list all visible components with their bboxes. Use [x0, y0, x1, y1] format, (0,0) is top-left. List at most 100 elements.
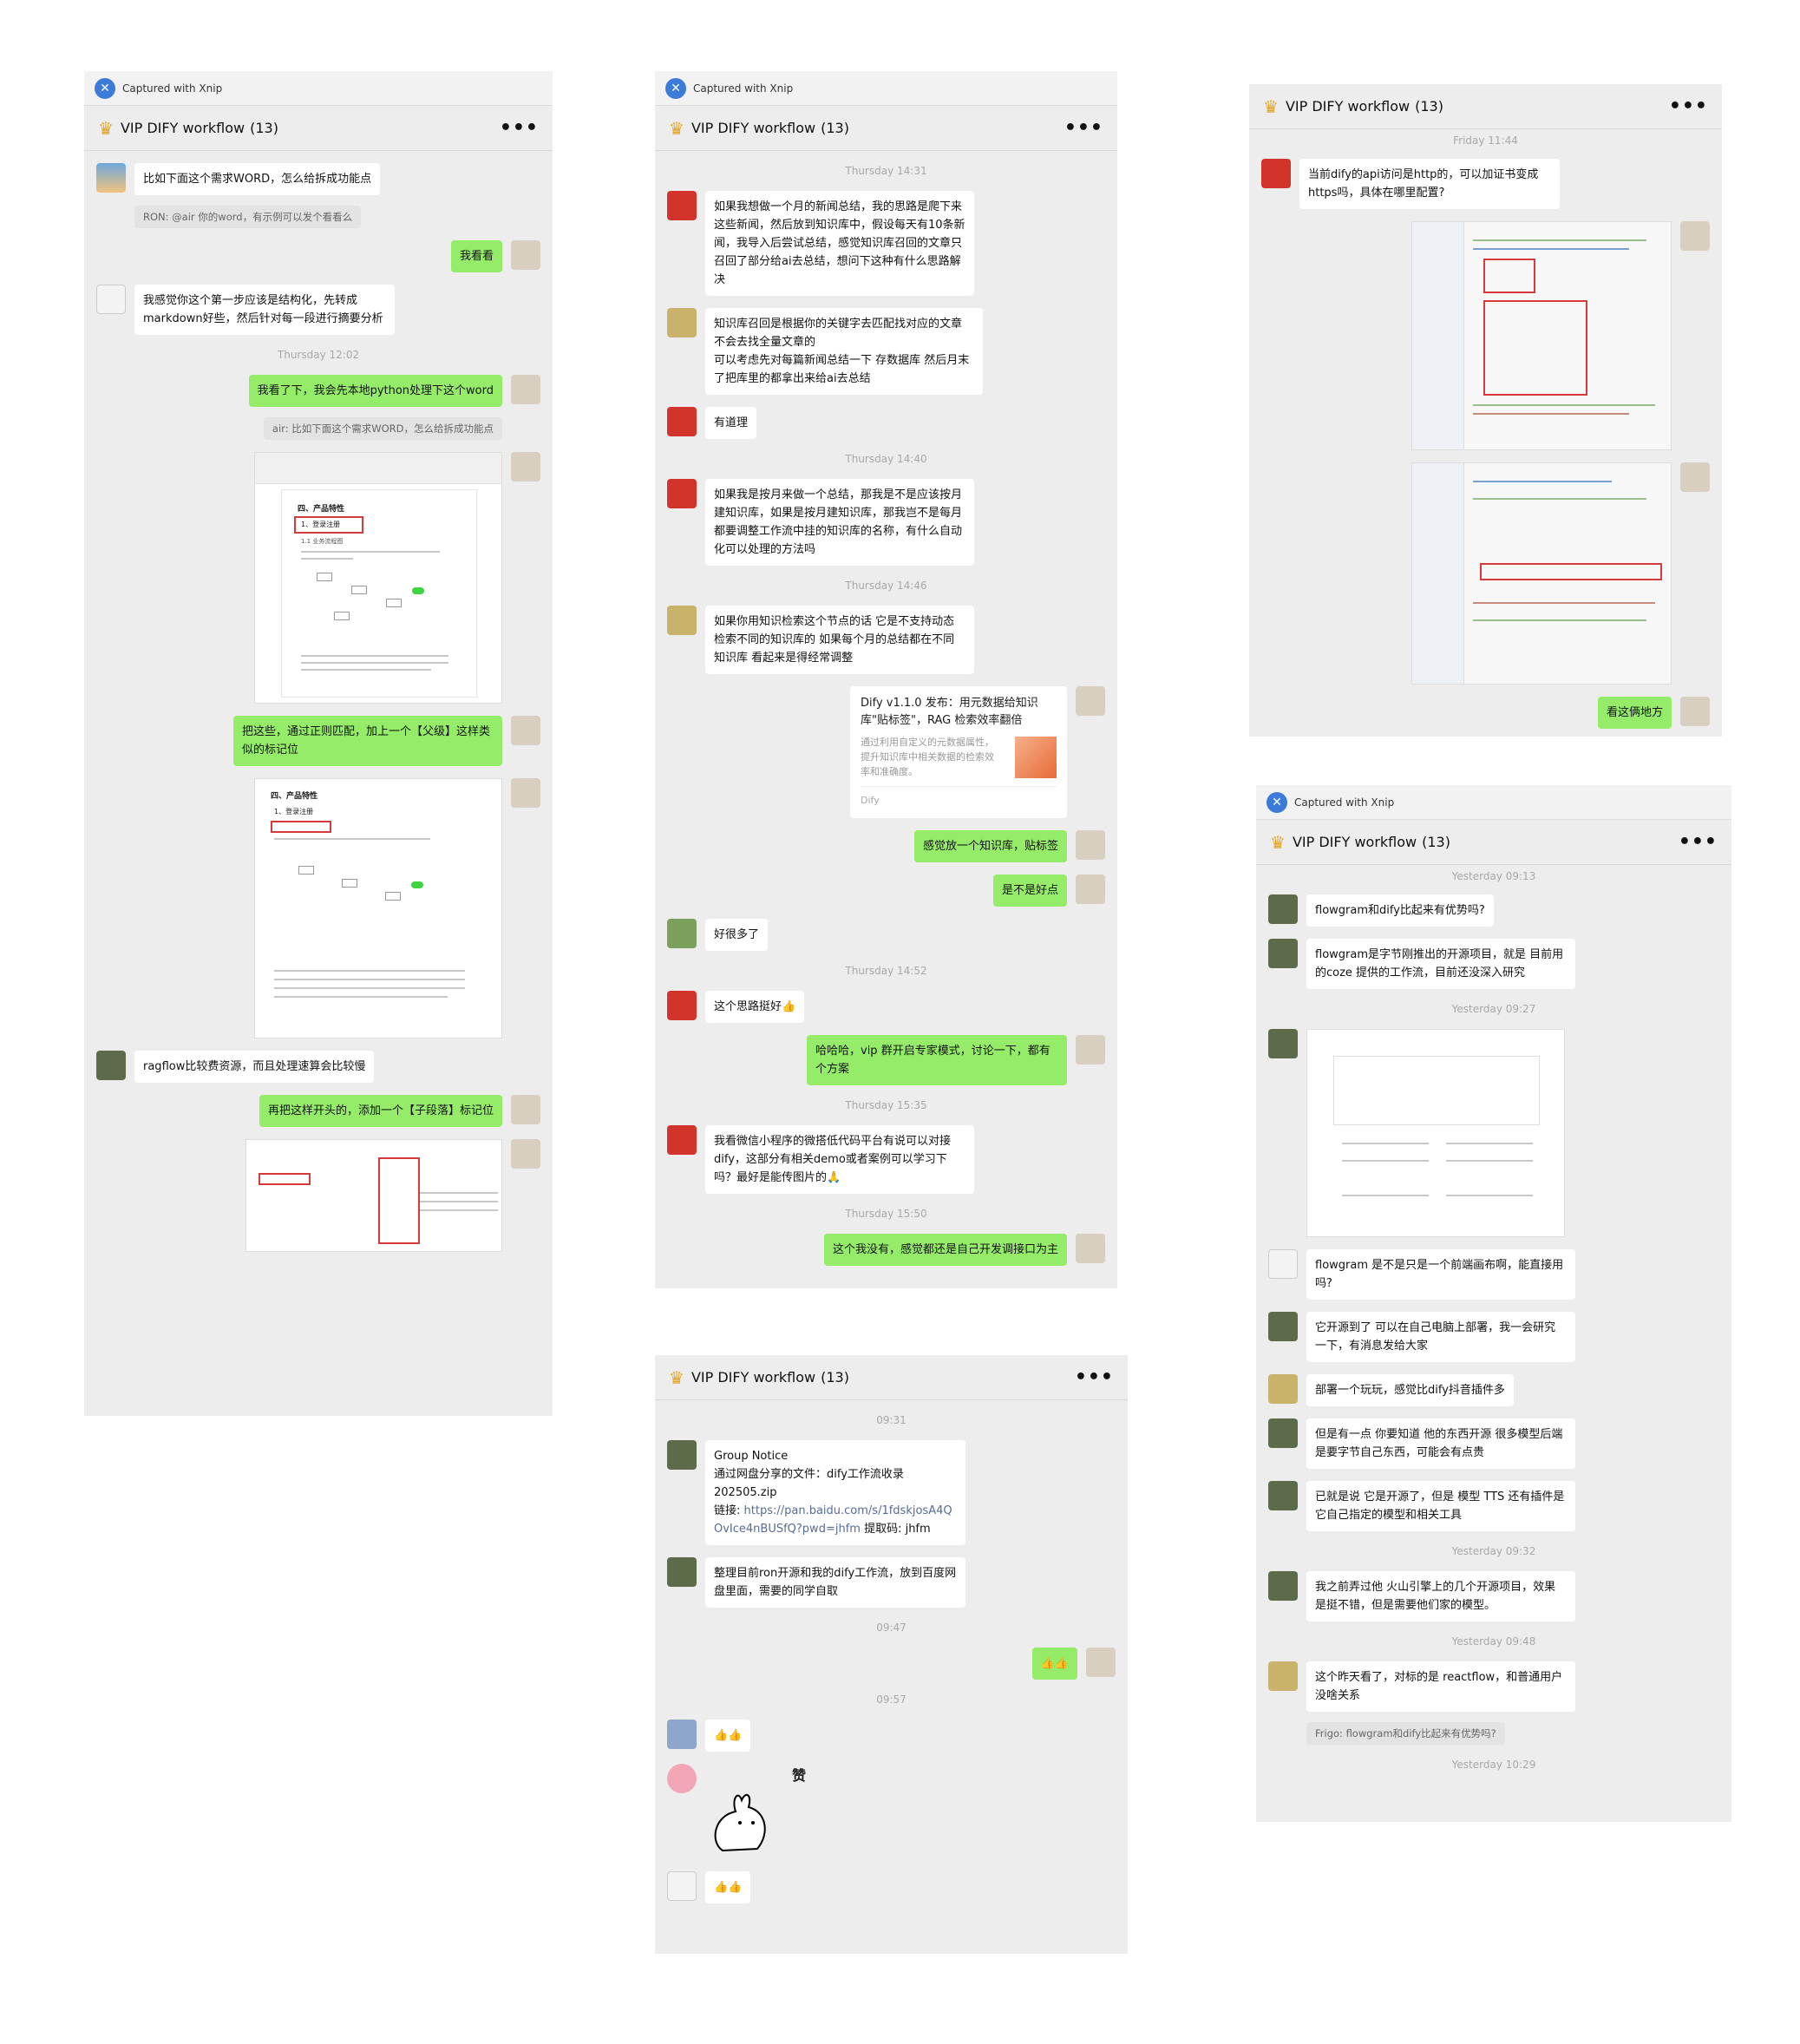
message-bubble[interactable]: flowgram是字节刚推出的开源项目，就是 目前用的coze 提供的工作流，目…	[1306, 939, 1575, 989]
message-bubble[interactable]: 部署一个玩玩，感觉比dify抖音插件多	[1306, 1374, 1514, 1406]
avatar[interactable]	[1076, 686, 1105, 716]
message-bubble-own[interactable]: 👍👍	[1031, 1648, 1077, 1680]
message-bubble-own[interactable]: 我看看	[450, 240, 502, 272]
message-bubble[interactable]: 比如下面这个需求WORD，怎么给拆成功能点	[134, 163, 381, 195]
message-bubble[interactable]: 已就是说 它是开源了，但是 模型 TTS 还有插件是 它自己指定的模型和相关工具	[1306, 1481, 1575, 1531]
message-bubble[interactable]: 有道理	[705, 407, 757, 439]
message-bubble-own[interactable]: 哈哈哈，vip 群开启专家模式，讨论一下，都有个方案	[807, 1035, 1067, 1085]
avatar[interactable]	[1680, 697, 1710, 726]
avatar[interactable]	[1076, 830, 1105, 860]
more-options-icon[interactable]: •••	[500, 117, 539, 139]
avatar[interactable]	[667, 407, 697, 436]
avatar[interactable]	[96, 1051, 126, 1080]
avatar[interactable]	[667, 1125, 697, 1155]
word-document-screenshot[interactable]: 四、产品特性 1、登录注册 1.1 业务流程图	[254, 452, 502, 704]
message-bubble[interactable]: 👍👍	[705, 1871, 751, 1903]
avatar[interactable]	[1680, 221, 1710, 251]
highlight-box	[1483, 259, 1535, 293]
avatar[interactable]	[1268, 1418, 1298, 1448]
message-row: 再把这样开头的，添加一个【子段落】标记位	[84, 1095, 553, 1127]
comparison-screenshot[interactable]	[1306, 1029, 1565, 1237]
code-editor-screenshot[interactable]	[1411, 221, 1672, 450]
avatar[interactable]	[1261, 159, 1291, 188]
message-bubble[interactable]: 我之前弄过他 火山引擎上的几个开源项目，效果是挺不错，但是需要他们家的模型。	[1306, 1571, 1575, 1621]
message-bubble[interactable]: 整理目前ron开源和我的dify工作流，放到百度网盘里面，需要的同学自取	[705, 1557, 965, 1608]
avatar[interactable]	[511, 452, 540, 482]
word-document-screenshot[interactable]: 四、产品特性 1、登录注册	[254, 778, 502, 1038]
avatar[interactable]	[667, 479, 697, 508]
avatar[interactable]	[96, 285, 126, 314]
message-bubble[interactable]: 我感觉你这个第一步应该是结构化，先转成markdown好些，然后针对每一段进行摘…	[134, 285, 395, 335]
message-bubble[interactable]: 这个昨天看了，对标的是 reactflow，和普通用户没啥关系	[1306, 1661, 1575, 1712]
message-bubble[interactable]: 如果我是按月来做一个总结，那我是不是应该按月建知识库，如果是按月建知识库，那我岂…	[705, 479, 974, 566]
avatar[interactable]	[667, 308, 697, 337]
message-bubble[interactable]: 我看微信小程序的微搭低代码平台有说可以对接dify，这部分有相关demo或者案例…	[705, 1125, 974, 1194]
avatar[interactable]	[511, 778, 540, 808]
avatar[interactable]	[667, 191, 697, 220]
quoted-reply[interactable]: RON: @air 你的word，有示例可以发个看看么	[134, 206, 362, 228]
avatar[interactable]	[667, 1720, 697, 1749]
more-options-icon[interactable]: •••	[1669, 95, 1708, 117]
avatar[interactable]	[667, 991, 697, 1020]
quoted-reply[interactable]: Frigo: flowgram和dify比起来有优势吗?	[1306, 1722, 1505, 1745]
avatar[interactable]	[1076, 875, 1105, 904]
avatar[interactable]	[1268, 939, 1298, 968]
message-bubble[interactable]: 好很多了	[705, 919, 769, 951]
avatar[interactable]	[667, 1557, 697, 1587]
more-options-icon[interactable]: •••	[1075, 1366, 1114, 1388]
message-bubble[interactable]: 当前dify的api访问是http的，可以加证书变成https吗，具体在哪里配置…	[1299, 159, 1560, 209]
avatar[interactable]	[1086, 1648, 1116, 1677]
avatar[interactable]	[667, 1764, 697, 1793]
message-bubble-own[interactable]: 看这俩地方	[1597, 697, 1672, 729]
message-bubble-own[interactable]: 再把这样开头的，添加一个【子段落】标记位	[259, 1095, 502, 1127]
more-options-icon[interactable]: •••	[1679, 831, 1718, 853]
quoted-reply[interactable]: air: 比如下面这个需求WORD，怎么给拆成功能点	[263, 417, 502, 440]
group-notice-bubble[interactable]: Group Notice 通过网盘分享的文件：dify工作流收录202505.z…	[705, 1440, 965, 1545]
sticker[interactable]: 赞	[705, 1764, 809, 1859]
avatar[interactable]	[667, 1871, 697, 1901]
message-bubble[interactable]: flowgram和dify比起来有优势吗?	[1306, 894, 1494, 927]
avatar[interactable]	[1268, 1249, 1298, 1279]
message-bubble[interactable]: 知识库召回是根据你的关键字去匹配找对应的文章 不会去找全量文章的 可以考虑先对每…	[705, 308, 983, 395]
avatar[interactable]	[1268, 1571, 1298, 1601]
avatar[interactable]	[667, 919, 697, 948]
message-bubble[interactable]: flowgram 是不是只是一个前端画布啊，能直接用吗?	[1306, 1249, 1575, 1300]
avatar[interactable]	[511, 375, 540, 404]
avatar[interactable]	[1680, 462, 1710, 492]
message-bubble[interactable]: 如果我想做一个月的新闻总结，我的思路是爬下来这些新闻，然后放到知识库中，假设每天…	[705, 191, 974, 296]
message-bubble[interactable]: 如果你用知识检索这个节点的话 它是不支持动态检索不同的知识库的 如果每个月的总结…	[705, 606, 974, 674]
message-bubble-own[interactable]: 是不是好点	[992, 875, 1067, 907]
message-bubble-own[interactable]: 把这些，通过正则匹配，加上一个【父级】这样类似的标记位	[233, 716, 502, 766]
avatar[interactable]	[1076, 1035, 1105, 1065]
message-bubble[interactable]: 但是有一点 你要知道 他的东西开源 很多模型后端是要字节自己东西，可能会有点贵	[1306, 1418, 1575, 1469]
avatar[interactable]	[1076, 1234, 1105, 1263]
timestamp: Yesterday 09:27	[1451, 1003, 1536, 1015]
avatar[interactable]	[1268, 1481, 1298, 1510]
link-card[interactable]: Dify v1.1.0 发布：用元数据给知识库"贴标签"，RAG 检索效率翻倍 …	[850, 686, 1067, 818]
avatar[interactable]	[511, 716, 540, 745]
avatar[interactable]	[511, 1095, 540, 1124]
message-bubble[interactable]: ragflow比较费资源，而且处理速算会比较慢	[134, 1051, 375, 1083]
avatar[interactable]	[1268, 1312, 1298, 1341]
doc-text-line	[1446, 1195, 1533, 1196]
avatar[interactable]	[1268, 1661, 1298, 1691]
message-bubble[interactable]: 👍👍	[705, 1720, 751, 1752]
avatar[interactable]	[96, 163, 126, 193]
avatar[interactable]	[1268, 894, 1298, 924]
avatar[interactable]	[667, 1440, 697, 1470]
message-bubble-own[interactable]: 我看了下，我会先本地python处理下这个word	[248, 375, 502, 407]
more-options-icon[interactable]: •••	[1064, 117, 1103, 139]
avatar[interactable]	[1268, 1374, 1298, 1404]
sticker-label: 赞	[792, 1767, 807, 1784]
avatar[interactable]	[667, 606, 697, 635]
message-bubble[interactable]: 这个思路挺好👍	[705, 991, 805, 1023]
avatar[interactable]	[511, 240, 540, 270]
avatar[interactable]	[511, 1139, 540, 1169]
avatar[interactable]	[1268, 1029, 1298, 1058]
timestamp: 09:47	[876, 1621, 907, 1634]
message-bubble[interactable]: 它开源到了 可以在自己电脑上部署，我一会研究一下，有消息发给大家	[1306, 1312, 1575, 1362]
app-screenshot[interactable]	[245, 1139, 502, 1252]
message-bubble-own[interactable]: 感觉放一个知识库，贴标签	[913, 830, 1067, 862]
code-editor-screenshot[interactable]	[1411, 462, 1672, 685]
message-bubble-own[interactable]: 这个我没有，感觉都还是自己开发调接口为主	[823, 1234, 1067, 1266]
